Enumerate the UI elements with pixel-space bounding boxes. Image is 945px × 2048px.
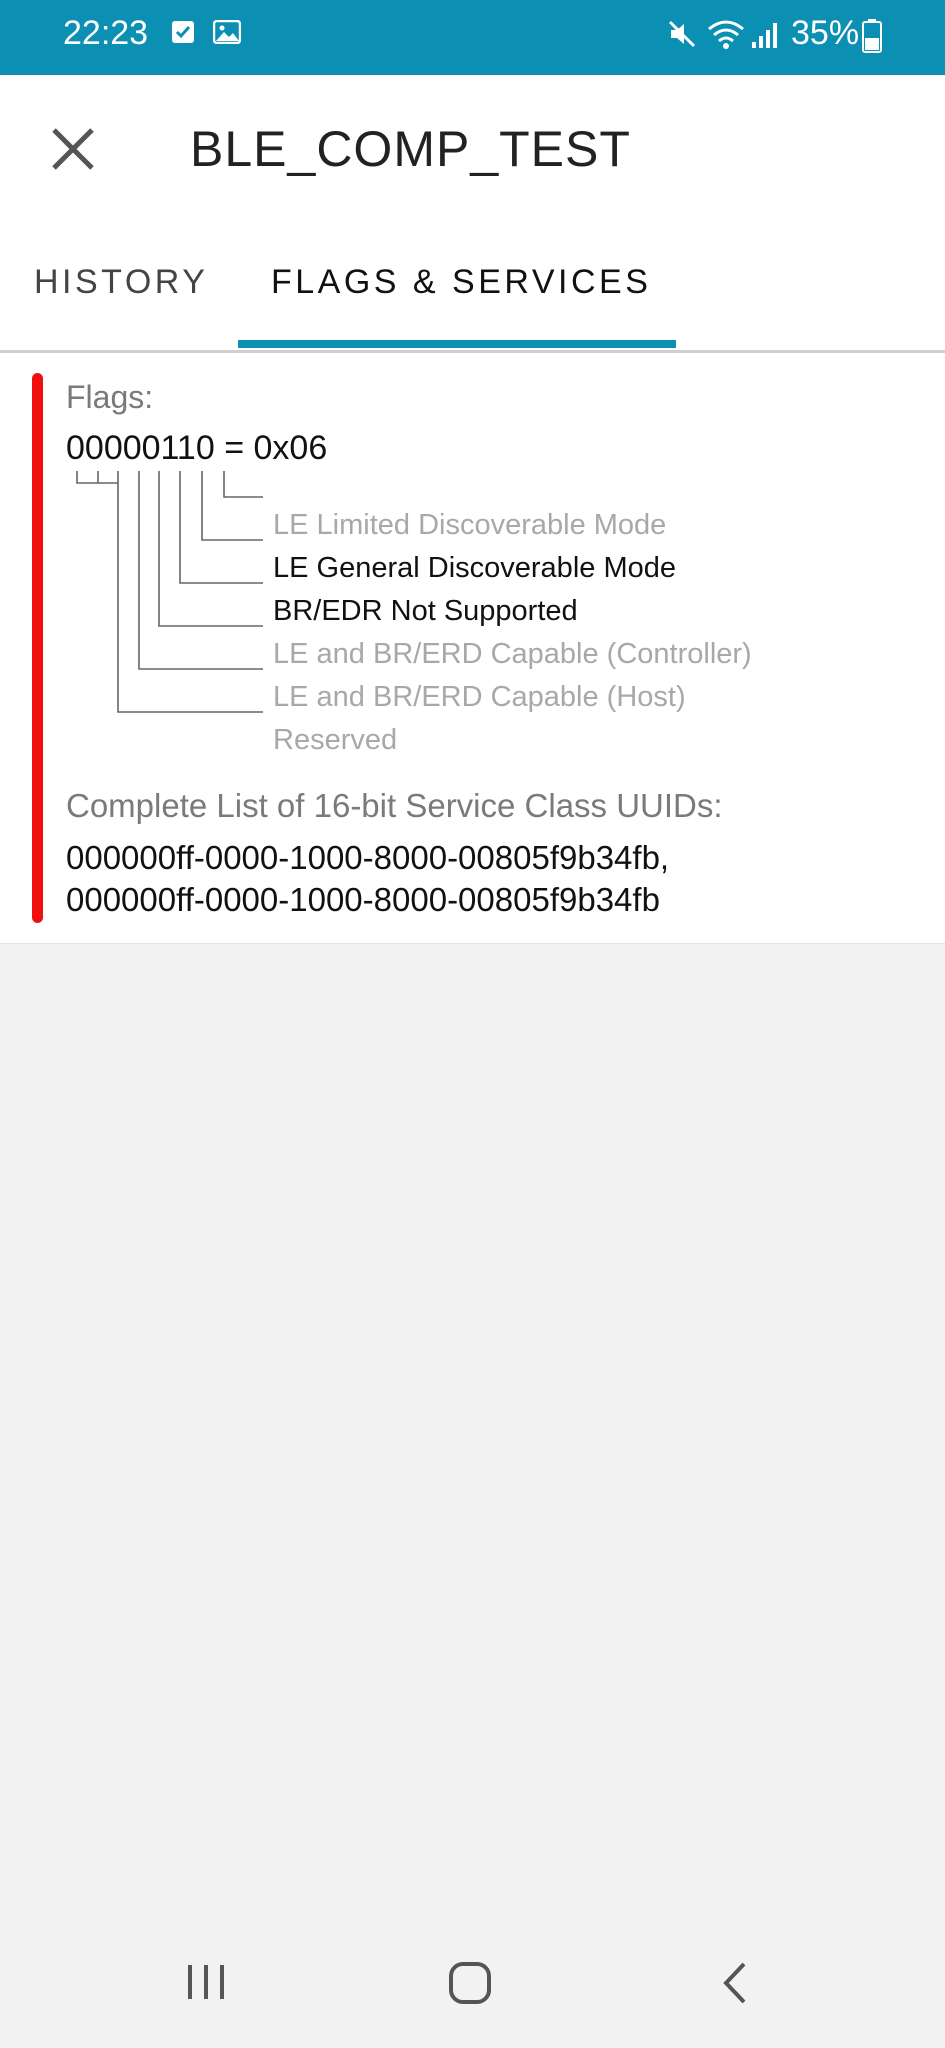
recent-apps-icon[interactable] (185, 1961, 227, 2003)
tab-history[interactable]: HISTORY (34, 263, 208, 302)
image-notification-icon (213, 20, 241, 44)
flag-bit-label-bredr-not-supported: BR/EDR Not Supported (273, 595, 578, 627)
status-bar: 22:23 35% (0, 0, 945, 75)
battery-icon (862, 19, 882, 53)
home-icon[interactable] (448, 1961, 492, 2005)
service-uuids-value: 000000ff-0000-1000-8000-00805f9b34fb, 00… (66, 839, 670, 918)
page-title: BLE_COMP_TEST (190, 121, 631, 177)
status-time: 22:23 (63, 14, 149, 52)
tab-flags-services[interactable]: FLAGS & SERVICES (271, 263, 651, 302)
app-bar: BLE_COMP_TEST HISTORY FLAGS & SERVICES (0, 75, 945, 353)
flag-bit-label-le-limited: LE Limited Discoverable Mode (273, 509, 667, 541)
flag-bit-label-host: LE and BR/ERD Capable (Host) (273, 681, 686, 713)
wifi-icon (708, 20, 744, 49)
flags-services-card[interactable]: Flags: 00000110 = 0x06 LE Limited Discov… (0, 353, 945, 944)
flag-bit-label-le-general: LE General Discoverable Mode (273, 552, 676, 584)
mute-icon (668, 20, 696, 48)
checkbox-notification-icon (172, 21, 194, 43)
system-navigation-bar (0, 1921, 945, 2048)
battery-percentage: 35% (791, 14, 860, 52)
flag-bit-label-controller: LE and BR/ERD Capable (Controller) (273, 638, 752, 670)
close-icon[interactable] (46, 122, 100, 176)
signal-icon (752, 23, 777, 48)
back-icon[interactable] (720, 1961, 750, 2005)
tab-selected-indicator (238, 340, 676, 348)
flag-bit-label-reserved: Reserved (273, 724, 398, 756)
service-uuids-label: Complete List of 16-bit Service Class UU… (66, 787, 723, 824)
